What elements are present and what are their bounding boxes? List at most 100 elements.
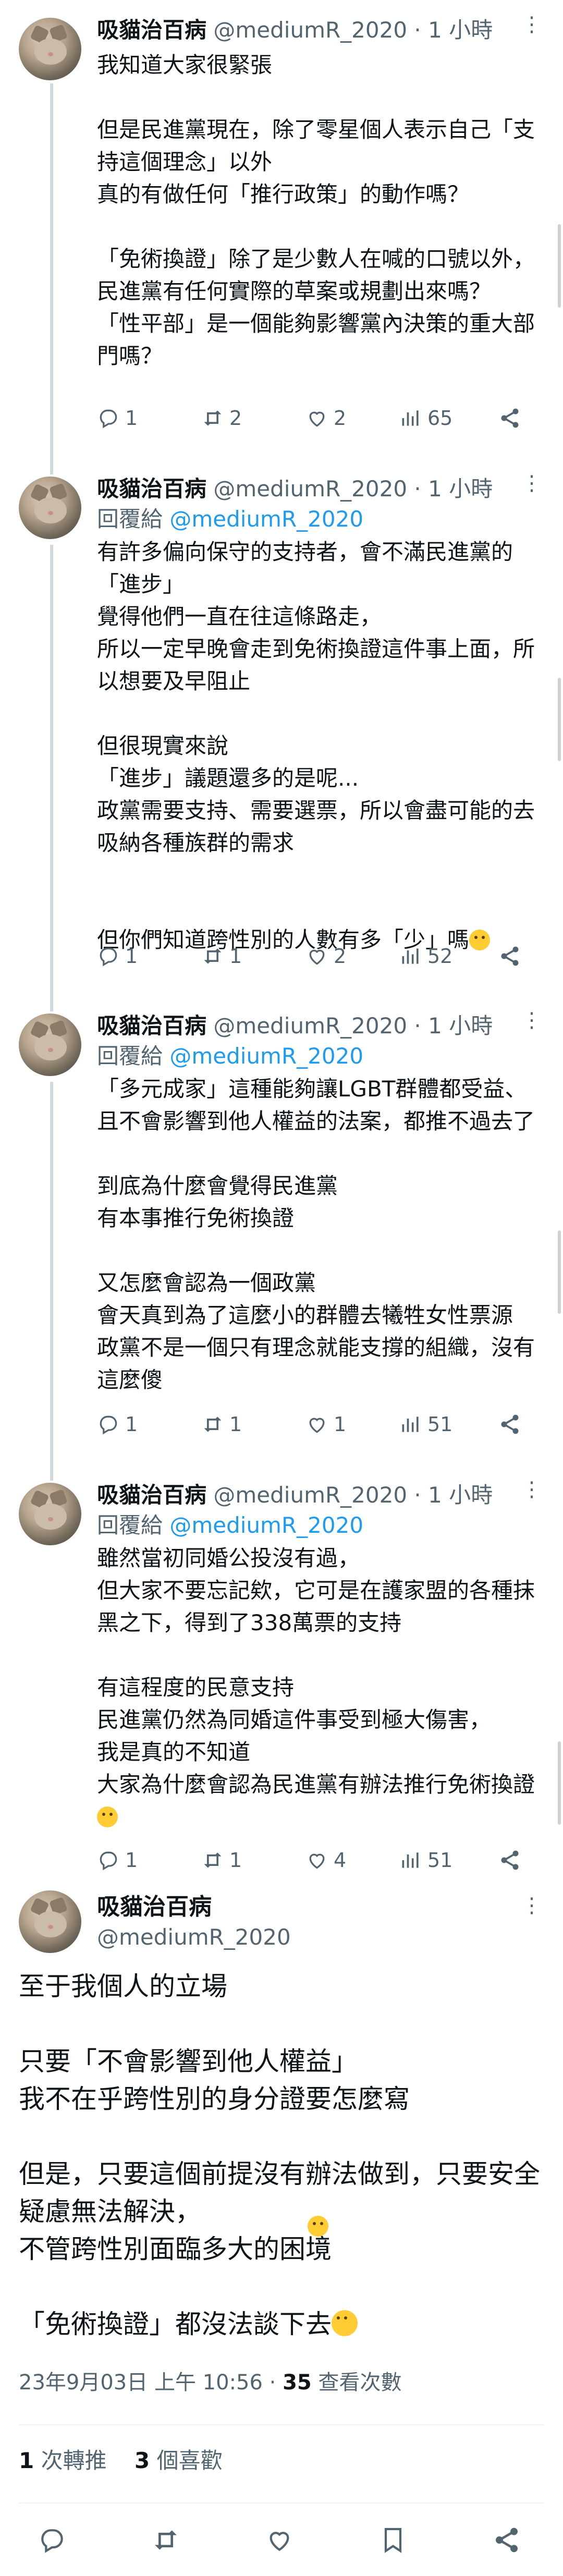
like-button[interactable]: 1 [305,1413,346,1436]
like-button[interactable]: 4 [305,1849,346,1872]
tweet-text: 我知道大家很緊張 但是民進黨現在，除了零星個人表示自己「支持這個理念」以外 真的… [97,52,535,369]
tweet-time[interactable]: 1 小時 [428,17,493,43]
views-icon [402,948,419,964]
share-icon [501,946,519,966]
views-icon [402,1417,419,1432]
views-button[interactable]: 65 [399,407,452,430]
reply-icon [100,409,117,429]
reply-count: 1 [125,945,138,968]
like-stat[interactable]: 3 個喜歡 [134,2448,223,2473]
more-icon[interactable]: ⋮ [521,13,542,36]
share-button[interactable] [498,407,521,430]
avatar[interactable] [19,1890,81,1953]
views-count: 65 [427,407,453,430]
more-icon[interactable]: ⋮ [521,1008,542,1032]
retweet-button[interactable]: 2 [201,407,242,430]
like-button[interactable]: 2 [305,945,346,968]
reply-to-handle[interactable]: @mediumR_2020 [169,506,363,532]
reply-to-handle[interactable]: @mediumR_2020 [169,1043,363,1069]
avatar[interactable] [19,18,81,80]
retweet-button[interactable] [151,2525,180,2555]
thread-line [50,1465,53,1481]
retweet-icon [204,948,222,964]
reply-to: 回覆給 @mediumR_2020 [97,506,364,532]
retweet-stat[interactable]: 1 次轉推 [19,2448,107,2473]
bookmark-button[interactable] [378,2525,408,2555]
tweet-header: 吸貓治百病 @mediumR_2020 · 1 小時 [97,1013,493,1039]
views-count: 51 [427,1849,453,1872]
share-button[interactable] [492,2525,521,2555]
thread-line [50,459,53,474]
author-handle[interactable]: @mediumR_2020 [213,476,407,502]
tweet-text: 「多元成家」這種能夠讓LGBT群體都受益、且不會影響到他人權益的法案，都推不過去… [97,1076,535,1393]
share-icon [496,2528,518,2553]
thread-line [50,1082,53,1465]
tweet[interactable]: 吸貓治百病 @mediumR_2020 · 1 小時 ⋮ 我知道大家很緊張 但是… [0,0,563,459]
share-icon [501,1414,519,1434]
reply-count: 1 [125,1849,138,1872]
views-button[interactable]: 51 [399,1413,452,1436]
share-button[interactable] [498,1849,521,1872]
more-icon[interactable]: ⋮ [521,1478,542,1501]
avatar[interactable] [19,1483,81,1545]
tweet[interactable]: 吸貓治百病 @mediumR_2020 · 1 小時 ⋮ 回覆給 @medium… [0,459,563,996]
more-icon[interactable]: ⋮ [521,1894,542,1918]
retweet-icon [204,1852,222,1868]
retweet-count: 1 [229,945,242,968]
views-button[interactable]: 52 [399,945,452,968]
more-icon[interactable]: ⋮ [521,471,542,495]
retweet-icon [204,1417,222,1432]
tweet[interactable]: 吸貓治百病 @mediumR_2020 · 1 小時 ⋮ 回覆給 @medium… [0,1465,563,1887]
author-handle[interactable]: @mediumR_2020 [213,1013,407,1039]
tweet-time[interactable]: 1 小時 [428,1013,493,1039]
like-count: 4 [334,1849,347,1872]
reply-button[interactable] [38,2525,67,2555]
engagement-stats: 1 次轉推 3 個喜歡 [19,2445,223,2476]
retweet-icon [204,410,222,426]
views-count: 52 [427,945,453,968]
tweet-text: 有許多偏向保守的支持者，會不滿民進黨的「進步」 覺得他們一直在往這條路走， 所以… [97,539,535,953]
reply-button[interactable]: 1 [97,1413,138,1436]
tweet-header: 吸貓治百病 @mediumR_2020 · 1 小時 [97,17,493,43]
author-name[interactable]: 吸貓治百病 [97,1893,212,1922]
reply-count: 1 [125,1413,138,1436]
tweet-time[interactable]: 1 小時 [428,1482,493,1508]
author-handle[interactable]: @mediumR_2020 [97,1923,291,1952]
views-icon [402,410,419,426]
like-icon [270,2532,289,2551]
views-count: 51 [427,1413,453,1436]
like-button[interactable] [265,2525,294,2555]
reply-to-handle[interactable]: @mediumR_2020 [169,1512,363,1538]
retweet-button[interactable]: 1 [201,945,242,968]
thread-line [50,996,53,1011]
tweet[interactable]: 吸貓治百病 @mediumR_2020 · 1 小時 ⋮ 回覆給 @medium… [0,996,563,2237]
author-name[interactable]: 吸貓治百病 [97,17,206,43]
reply-button[interactable]: 1 [97,945,138,968]
retweet-button[interactable]: 1 [201,1413,242,1436]
author-name[interactable]: 吸貓治百病 [97,1482,206,1508]
tweet-actions: 1 1 4 51 [97,1849,530,1880]
thinking-emoji-icon [97,1806,118,1827]
retweet-button[interactable]: 1 [201,1849,242,1872]
like-count: 1 [334,1413,347,1436]
like-button[interactable]: 2 [305,407,346,430]
reply-button[interactable]: 1 [97,407,138,430]
tweet-actions: 1 2 2 65 [97,407,530,438]
share-button[interactable] [498,945,521,968]
tweet-timestamp[interactable]: 23年9月03日 上午 10:56 · [19,2371,283,2395]
author-handle[interactable]: @mediumR_2020 [213,1482,407,1508]
views-button[interactable]: 51 [399,1849,452,1872]
tweet-time[interactable]: 1 小時 [428,476,493,502]
bookmark-icon [384,2528,402,2553]
avatar[interactable] [19,477,81,539]
avatar[interactable] [19,1014,81,1076]
author-name[interactable]: 吸貓治百病 [97,476,206,502]
main-tweet-actions [0,2516,563,2563]
share-icon [501,1850,519,1870]
retweet-icon [155,2530,177,2550]
share-button[interactable] [498,1413,521,1436]
author-name[interactable]: 吸貓治百病 [97,1013,206,1039]
divider [19,2502,544,2504]
reply-button[interactable]: 1 [97,1849,138,1872]
author-handle[interactable]: @mediumR_2020 [213,17,407,43]
